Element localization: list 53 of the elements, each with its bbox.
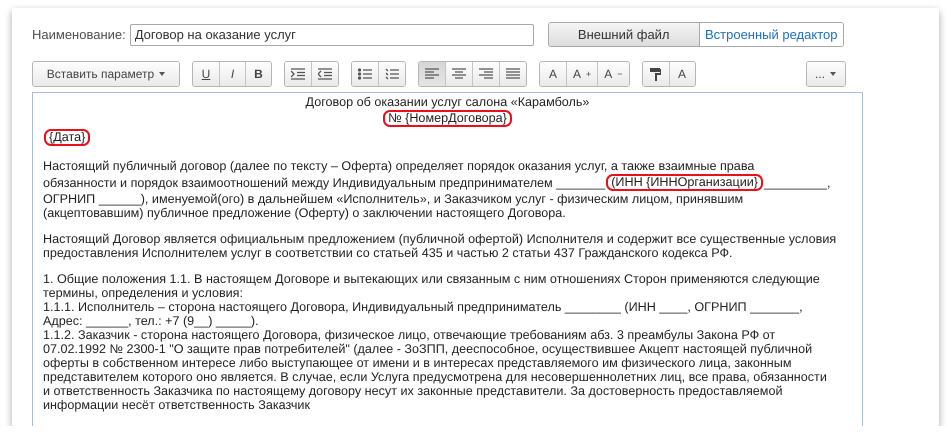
more-button[interactable]: ... xyxy=(806,62,845,86)
underline-button[interactable]: U xyxy=(193,62,219,86)
document-text: Настоящий Договор является официальным предложением (публичной офертой) Исполнителя и содержит все существенные условия xyxy=(43,232,836,246)
insert-parameter-button[interactable]: Вставить параметр xyxy=(33,62,179,86)
bold-button[interactable]: B xyxy=(245,62,271,86)
highlighted-placeholder: № {НомерДоговора} xyxy=(383,110,512,127)
document-text: 1.1.2. Заказчик - сторона настоящего Договора, физическое лицо, отвечающие требованиям абз. 3 преамбулы Закона РФ от xyxy=(43,328,776,342)
alignment-button[interactable] xyxy=(472,62,499,86)
alignment-button[interactable] xyxy=(445,62,472,86)
document-editor[interactable] xyxy=(32,92,863,426)
document-text: Настоящий публичный договор (далее по тексту – Оферта) определяет порядок оказания услуг, а также взаимные права xyxy=(43,159,754,173)
document-text: 1. Общие положения 1.1. В настоящем Договоре и вытекающих или связанным с ним отношениях Сторон применяются следующие xyxy=(43,272,820,286)
document-text: ОГРНИП ______), именуемой(ого) в дальнейшем «Исполнитель», и Заказчиком услуг - физическим лицом, принявшим xyxy=(43,192,744,206)
paint-roller-icon xyxy=(650,68,662,80)
align-left-icon xyxy=(425,68,439,80)
align-right-icon xyxy=(479,68,493,80)
indent-icon xyxy=(291,68,305,80)
source-tab[interactable]: Встроенный редактор xyxy=(698,23,843,46)
document-text: предоставления Исполнителем услуг в соответствии со статьей 435 и частью 2 статьи 437 Гражданского кодекса РФ. xyxy=(43,246,733,260)
alignment-button[interactable] xyxy=(499,62,526,86)
document-text: оферты в собственном интересе либо выступающее от имени и в интересах представляемого им физического лица, законным xyxy=(43,356,792,370)
format-painter-button[interactable] xyxy=(642,62,669,86)
font-color-button[interactable]: A xyxy=(668,62,695,86)
document-text: и ответственность Заказчика по настоящему договору несут их законные представители. За достоверность предоставляемой xyxy=(43,384,783,398)
name-label: Наименование: xyxy=(32,27,126,42)
alignment-button[interactable] xyxy=(419,62,445,86)
document-text: 1.1.1. Исполнитель – сторона настоящего Договора, Индивидуальный предприниматель ________ (ИНН ____, ОГРНИП _______, xyxy=(43,300,803,314)
outdent-icon xyxy=(318,68,332,80)
italic-button[interactable]: I xyxy=(219,62,245,86)
outdent-button[interactable] xyxy=(311,62,338,86)
source-tab[interactable]: Внешний файл xyxy=(548,23,699,46)
caret-icon xyxy=(830,72,836,76)
align-justify-icon xyxy=(506,68,520,80)
indent-button[interactable] xyxy=(285,62,311,86)
bullet-list-button[interactable] xyxy=(352,62,378,86)
document-text: _________, xyxy=(764,176,831,190)
document-text: обязанности и порядок взаимоотношений между Индивидуальным предпринимателем _______ xyxy=(43,176,606,190)
name-field[interactable]: Договор на оказание услуг xyxy=(130,24,534,46)
document-text: термины, определения и условия: xyxy=(43,286,244,300)
numbered-list-button[interactable] xyxy=(378,62,405,86)
numbered-list-icon xyxy=(385,68,399,80)
highlighted-placeholder: {Дата} xyxy=(44,129,90,146)
document-text: представителем которого оно является. В случае, если Услуга предусмотрена для несовершеннолетних лиц, все права, обязанности xyxy=(43,370,827,384)
document-text: Договор об оказании услуг салона «Карамболь» xyxy=(306,95,590,109)
document-text: 07.02.1992 № 2300-1 "О защите прав потребителей" (далее - ЗоЗПП, дееспособное, осуществившее Акцепт настоящей публичной xyxy=(43,342,812,356)
bullet-list-icon xyxy=(358,68,372,80)
highlighted-placeholder: (ИНН {ИННОрганизации} xyxy=(606,174,763,191)
caret-icon xyxy=(159,72,166,76)
document-text: Адрес: ______, тел.: +7 (9__) _____). xyxy=(43,314,259,328)
document-text: (акцептовавшим) публичное предложение (Оферту) о заключении настоящего Договора. xyxy=(43,206,566,220)
font-size-button[interactable]: A xyxy=(540,62,566,86)
document-text: информации несёт ответственность Заказчик xyxy=(43,398,310,412)
align-center-icon xyxy=(452,68,466,80)
